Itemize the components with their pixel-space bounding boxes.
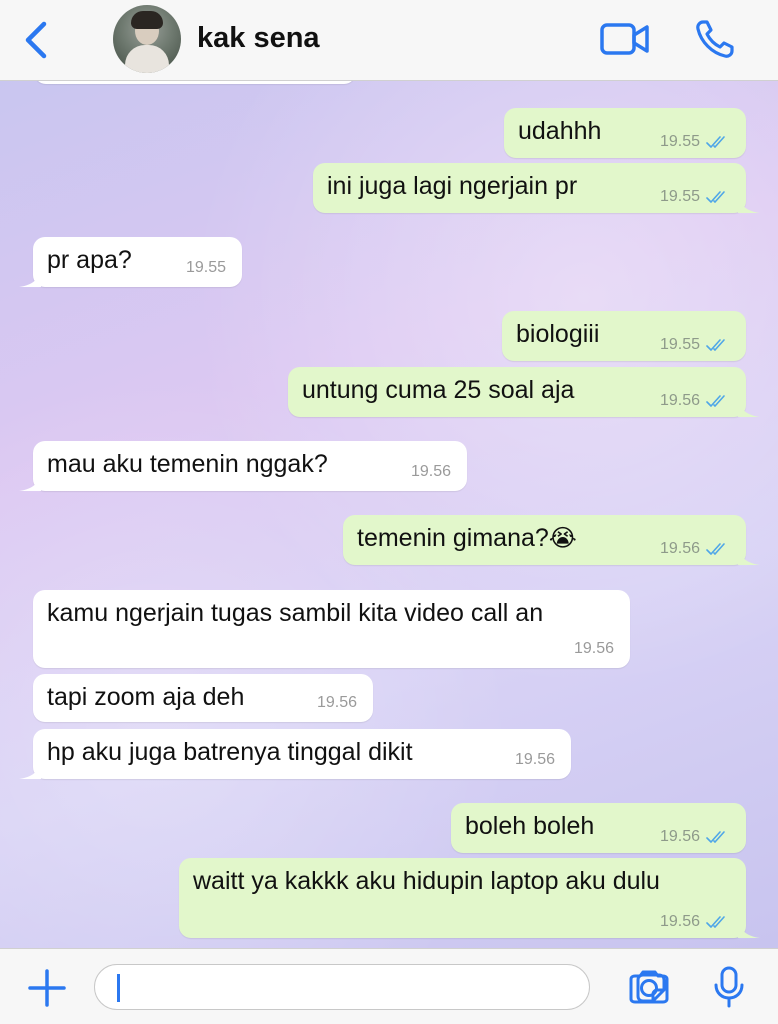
incoming-message[interactable]: hp aku juga batrenya tinggal dikit 19.56 <box>19 729 571 779</box>
message-text: waitt ya kakkk aku hidupin laptop aku du… <box>193 867 660 895</box>
bubble-tail <box>19 473 41 491</box>
message-time: 19.56 <box>659 828 700 845</box>
message-text: kamu ngerjain tugas sambil kita video ca… <box>47 599 544 627</box>
microphone-button[interactable] <box>712 965 746 1009</box>
outgoing-message[interactable]: boleh boleh 19.56 <box>451 803 746 853</box>
message-meta: 19.55 <box>660 188 730 206</box>
bubble-tail <box>19 269 41 287</box>
message-meta: 19.55 <box>660 336 730 354</box>
bubble-tail <box>738 399 760 417</box>
message-time: 19.56 <box>659 392 700 409</box>
chat-screen: kak sena udahhh 19.55 ini juga lagi ngerja… <box>0 0 778 1024</box>
back-button[interactable] <box>20 18 54 62</box>
microphone-icon <box>714 966 744 1008</box>
message-text: boleh boleh <box>465 812 595 840</box>
message-time: 19.55 <box>659 336 700 353</box>
message-meta: 19.56 <box>660 392 730 410</box>
outgoing-message[interactable]: biologiii 19.55 <box>502 311 746 361</box>
message-meta: 19.56 <box>574 640 614 658</box>
voice-call-button[interactable] <box>694 18 736 60</box>
message-time: 19.56 <box>410 463 451 480</box>
video-call-button[interactable] <box>599 20 651 58</box>
double-check-icon <box>706 190 725 203</box>
incoming-message[interactable]: tapi zoom aja deh 19.56 <box>33 674 373 722</box>
bubble-tail <box>738 547 760 565</box>
outgoing-message[interactable]: untung cuma 25 soal aja 19.56 <box>288 367 760 417</box>
outgoing-message[interactable]: ini juga lagi ngerjain pr 19.55 <box>313 163 760 213</box>
message-meta: 19.55 <box>660 133 730 151</box>
bubble-tail <box>19 761 41 779</box>
message-input-bar <box>0 948 778 1024</box>
bubble-tail <box>738 920 760 938</box>
message-time: 19.56 <box>573 640 614 657</box>
message-meta: 19.56 <box>411 463 451 481</box>
message-text: udahhh <box>518 117 602 145</box>
message-text: tapi zoom aja deh <box>47 683 245 711</box>
chevron-left-icon <box>25 21 47 59</box>
message-text: biologiii <box>516 320 600 348</box>
message-meta: 19.56 <box>317 694 357 712</box>
message-time: 19.55 <box>659 133 700 150</box>
contact-avatar[interactable] <box>113 5 181 73</box>
message-meta: 19.56 <box>660 828 730 846</box>
message-input[interactable] <box>94 964 666 1010</box>
bubble-tail <box>738 195 760 213</box>
message-text: mau aku temenin nggak? <box>47 450 328 478</box>
loudly-crying-emoji-icon: 😭 <box>548 525 577 552</box>
message-text: hp aku juga batrenya tinggal dikit <box>47 738 413 766</box>
message-text: pr apa? <box>47 246 132 274</box>
incoming-message[interactable]: mau aku temenin nggak? 19.56 <box>19 441 467 491</box>
chat-header: kak sena <box>0 0 778 81</box>
message-meta: 19.56 <box>660 540 730 558</box>
message-meta: 19.55 <box>186 259 226 277</box>
incoming-message[interactable]: kamu ngerjain tugas sambil kita video ca… <box>33 590 630 668</box>
message-text: temenin gimana?😭 <box>357 524 577 552</box>
message-meta: 19.56 <box>515 751 555 769</box>
message-list[interactable]: udahhh 19.55 ini juga lagi ngerjain pr 19.5… <box>0 80 778 948</box>
message-time: 19.55 <box>185 259 226 276</box>
text-caret <box>117 974 120 1002</box>
message-text: untung cuma 25 soal aja <box>302 376 575 404</box>
message-time: 19.56 <box>659 540 700 557</box>
message-text: ini juga lagi ngerjain pr <box>327 172 578 200</box>
outgoing-message[interactable]: waitt ya kakkk aku hidupin laptop aku du… <box>179 858 760 938</box>
message-time: 19.56 <box>316 694 357 711</box>
double-check-icon <box>706 394 725 407</box>
plus-icon <box>28 969 66 1007</box>
incoming-message[interactable]: pr apa? 19.55 <box>19 237 242 287</box>
video-camera-icon <box>600 23 649 55</box>
outgoing-message[interactable]: temenin gimana?😭 19.56 <box>343 515 760 565</box>
double-check-icon <box>706 830 725 843</box>
message-time: 19.56 <box>659 913 700 930</box>
double-check-icon <box>706 135 725 148</box>
message-meta: 19.56 <box>660 913 730 931</box>
camera-button[interactable] <box>627 969 671 1005</box>
double-check-icon <box>706 915 725 928</box>
double-check-icon <box>706 338 725 351</box>
double-check-icon <box>706 542 725 555</box>
camera-icon <box>629 970 669 1004</box>
message-time: 19.55 <box>659 188 700 205</box>
attach-button[interactable] <box>26 967 68 1009</box>
message-time: 19.56 <box>514 751 555 768</box>
phone-icon <box>696 20 734 58</box>
outgoing-message[interactable]: udahhh 19.55 <box>504 108 746 158</box>
contact-name[interactable]: kak sena <box>197 22 320 55</box>
